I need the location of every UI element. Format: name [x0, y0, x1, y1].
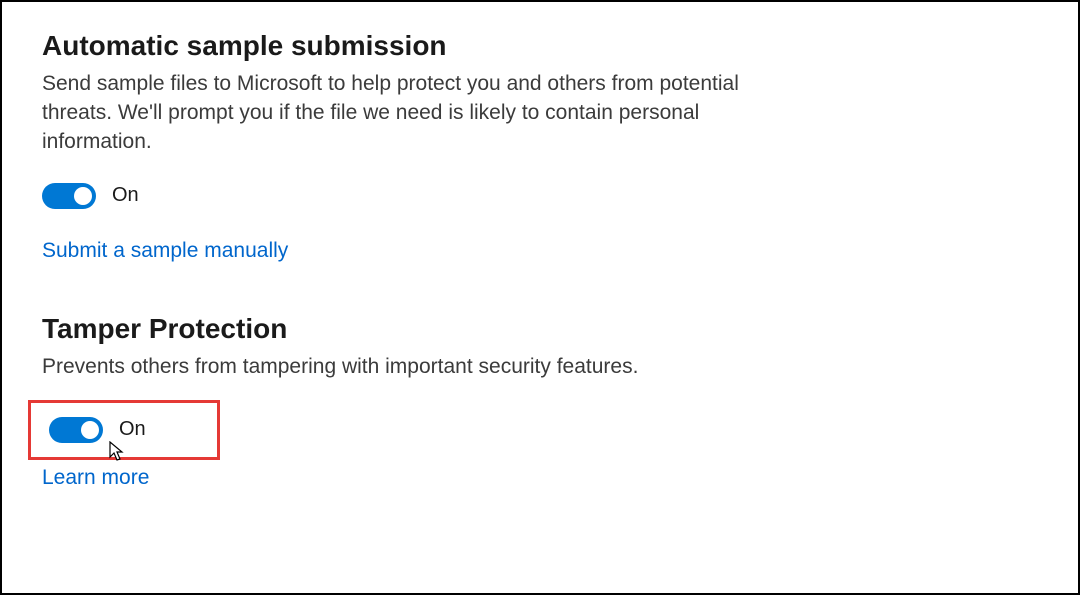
toggle-row: On [42, 183, 1038, 209]
cursor-icon [109, 441, 125, 463]
toggle-knob [81, 421, 99, 439]
tamper-protection-section: Tamper Protection Prevents others from t… [42, 313, 1038, 490]
toggle-knob [74, 187, 92, 205]
section-description: Send sample files to Microsoft to help p… [42, 70, 762, 157]
section-title: Tamper Protection [42, 313, 1038, 345]
learn-more-link[interactable]: Learn more [42, 466, 149, 490]
highlight-annotation: On [28, 400, 220, 460]
toggle-state-label: On [112, 184, 139, 207]
section-title: Automatic sample submission [42, 30, 1038, 62]
section-description: Prevents others from tampering with impo… [42, 353, 762, 382]
auto-sample-toggle[interactable] [42, 183, 96, 209]
tamper-protection-toggle[interactable] [49, 417, 103, 443]
submit-sample-link[interactable]: Submit a sample manually [42, 239, 288, 263]
toggle-state-label: On [119, 418, 146, 441]
automatic-sample-submission-section: Automatic sample submission Send sample … [42, 30, 1038, 263]
